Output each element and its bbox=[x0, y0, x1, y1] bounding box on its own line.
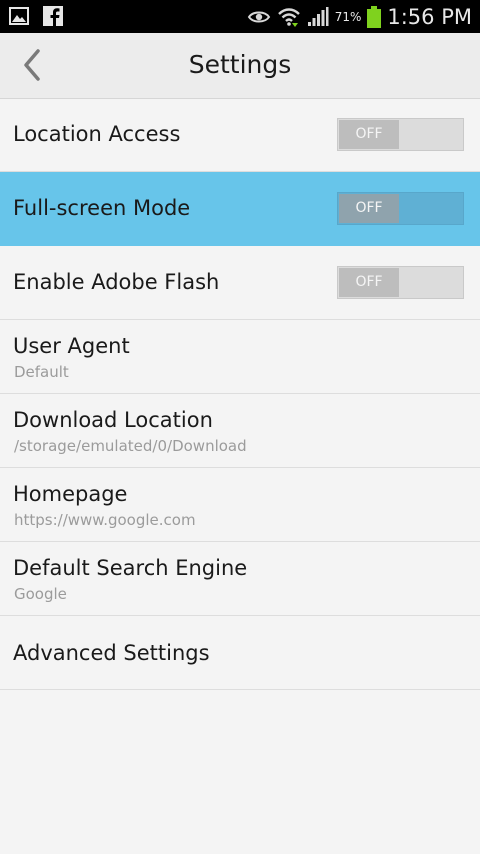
setting-user-agent[interactable]: User Agent Default bbox=[0, 320, 480, 394]
gallery-icon bbox=[9, 7, 29, 25]
signal-icon bbox=[307, 6, 329, 26]
setting-enable-adobe-flash[interactable]: Enable Adobe Flash OFF bbox=[0, 246, 480, 320]
full-screen-mode-toggle[interactable]: OFF bbox=[337, 192, 464, 225]
clock: 1:56 PM bbox=[387, 4, 472, 29]
battery-icon bbox=[367, 5, 382, 28]
toggle-state: OFF bbox=[339, 268, 399, 297]
setting-download-location[interactable]: Download Location /storage/emulated/0/Do… bbox=[0, 394, 480, 468]
setting-homepage[interactable]: Homepage https://www.google.com bbox=[0, 468, 480, 542]
setting-label: Full-screen Mode bbox=[13, 196, 191, 220]
setting-default-search-engine[interactable]: Default Search Engine Google bbox=[0, 542, 480, 616]
adobe-flash-toggle[interactable]: OFF bbox=[337, 266, 464, 299]
facebook-icon bbox=[43, 6, 63, 27]
setting-label: Location Access bbox=[13, 122, 181, 146]
toggle-state: OFF bbox=[339, 194, 399, 223]
setting-label: Homepage bbox=[13, 482, 128, 506]
setting-label: Enable Adobe Flash bbox=[13, 270, 220, 294]
setting-value: Google bbox=[14, 585, 67, 603]
setting-value: /storage/emulated/0/Download bbox=[14, 437, 247, 455]
setting-full-screen-mode[interactable]: Full-screen Mode OFF bbox=[0, 172, 480, 246]
setting-advanced-settings[interactable]: Advanced Settings bbox=[0, 616, 480, 690]
setting-value: Default bbox=[14, 363, 69, 381]
setting-value: https://www.google.com bbox=[14, 511, 196, 529]
battery-percent: 71% bbox=[334, 9, 362, 24]
setting-label: User Agent bbox=[13, 334, 130, 358]
toggle-state: OFF bbox=[339, 120, 399, 149]
location-access-toggle[interactable]: OFF bbox=[337, 118, 464, 151]
title-bar: Settings bbox=[0, 33, 480, 99]
page-title: Settings bbox=[188, 50, 292, 79]
setting-label: Default Search Engine bbox=[13, 556, 248, 580]
setting-label: Download Location bbox=[13, 408, 213, 432]
status-bar: 71% 1:56 PM bbox=[0, 0, 480, 33]
settings-list: Location Access OFF Full-screen Mode OFF… bbox=[0, 98, 480, 690]
eye-icon bbox=[247, 11, 270, 22]
setting-label: Advanced Settings bbox=[13, 641, 210, 665]
wifi-icon bbox=[277, 7, 300, 27]
setting-location-access[interactable]: Location Access OFF bbox=[0, 98, 480, 172]
